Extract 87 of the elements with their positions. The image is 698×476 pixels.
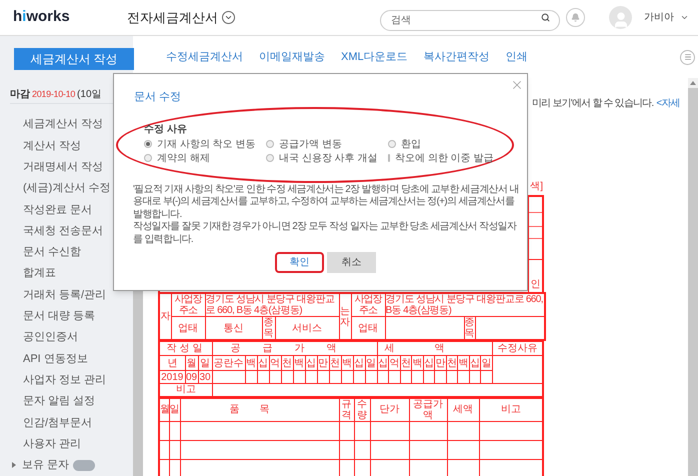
table-cell: 수정사유 xyxy=(492,342,543,356)
confirm-button[interactable]: 확인 xyxy=(275,252,324,273)
app-title: 전자세금계산서 xyxy=(127,8,218,27)
sidebar-item[interactable]: 문서 대량 등록 xyxy=(23,306,133,327)
reason-radio-option[interactable]: 내국 신용장 사후 개설 xyxy=(266,152,388,164)
table-cell: 일 xyxy=(198,356,212,370)
table-cell: 자 xyxy=(159,293,171,340)
reason-radio-option[interactable]: 공급가액 변동 xyxy=(266,138,388,150)
detail-link[interactable]: <자세 xyxy=(656,96,680,110)
table-cell: 천 xyxy=(281,356,293,370)
table-cell: 억 xyxy=(269,356,281,370)
table-cell: 십 xyxy=(423,356,434,370)
table-cell: 종목 xyxy=(464,316,476,340)
table-cell: 백 xyxy=(412,356,423,370)
table-cell: 경기도 성남시 분당구 대왕판교로 660, B동 4층(삼평동) xyxy=(205,293,340,316)
sidebar-item[interactable]: 인감/첨부문서 xyxy=(23,412,133,434)
reason-radio-option[interactable]: 기재 사항의 착오 변동 xyxy=(144,138,266,150)
table-cell: 십 xyxy=(469,356,480,370)
table-cell: 일 xyxy=(480,356,492,370)
search-field[interactable]: 검색 xyxy=(380,10,560,31)
sidebar-item[interactable]: 사용자 관리 xyxy=(23,433,133,455)
deadline-date: 2019-10-10 xyxy=(32,88,76,100)
table-cell: 규격 xyxy=(339,398,354,421)
table-cell: 십 xyxy=(377,356,388,370)
table-cell: 세액 xyxy=(377,342,492,356)
table-cell: 백 xyxy=(293,356,305,370)
deadline-remaining: (10일 xyxy=(77,88,102,102)
table-cell: 억 xyxy=(388,356,400,370)
table-cell: 천 xyxy=(329,356,341,370)
toolbar-link[interactable]: 수정세금계산서 xyxy=(166,48,243,66)
cancel-button[interactable]: 취소 xyxy=(327,252,376,273)
table-cell: 십 xyxy=(353,356,365,370)
table-cell: 백 xyxy=(245,356,257,370)
table-cell: 사업장 주소 xyxy=(351,293,386,316)
table-cell: 공급가액 xyxy=(409,398,447,421)
table-cell: 비고 xyxy=(479,398,543,421)
reason-radio-option[interactable]: 착오에 의한 이중 발급 xyxy=(388,152,493,164)
table-cell: 공급가액 xyxy=(212,342,377,356)
table-cell: 일 xyxy=(169,398,180,421)
table-cell: 세액 xyxy=(447,398,479,421)
create-invoice-button[interactable]: 세금계산서 작성 xyxy=(14,48,134,70)
table-cell: 09 xyxy=(185,370,198,384)
table-cell: 경기도 성남시 분당구 대왕판교로 660, B동 4층(삼평동) xyxy=(385,293,546,316)
reason-radio-option[interactable]: 환입 xyxy=(388,138,493,150)
notice-paragraph: 작성일자를 잘못 기재한 경우가 아니면 2장 모두 작성 일자는 교부한 당초 세금계산서 작성일자를 입력합니다. xyxy=(133,221,518,246)
table-cell: 종목 xyxy=(262,316,275,340)
sidebar-item[interactable]: 거래처 등록/관리 xyxy=(23,284,133,306)
document-title-fragment: 색] xyxy=(530,180,543,194)
table-cell: 만 xyxy=(317,356,329,370)
table-cell: 단가 xyxy=(370,398,409,421)
dialog-title: 문서 수정 xyxy=(134,90,182,105)
sidebar-item[interactable]: 공인인증서 xyxy=(23,326,133,348)
table-cell: 는자 xyxy=(339,293,352,340)
table-cell: 30 xyxy=(198,370,212,384)
table-cell: 사업장 주소 xyxy=(171,293,205,316)
table-cell: 년 xyxy=(159,356,185,370)
stamp-label-fragment: 인 xyxy=(530,278,540,292)
table-cell: 천 xyxy=(446,356,458,370)
table-cell: 품목 xyxy=(180,398,339,421)
sidebar-item[interactable]: API 연동정보 xyxy=(23,348,133,370)
toolbar-link[interactable]: 이메일재발송 xyxy=(259,48,325,66)
deadline-label: 마감 xyxy=(10,88,30,102)
table-cell: 일 xyxy=(365,356,377,370)
toolbar-link[interactable]: 복사간편작성 xyxy=(424,48,490,66)
table-cell: 월 xyxy=(159,398,169,421)
table-cell: 백 xyxy=(458,356,469,370)
user-name[interactable]: 가비아 xyxy=(644,10,674,25)
toolbar-link[interactable]: 인쇄 xyxy=(506,48,528,66)
reason-radio-option[interactable]: 계약의 해제 xyxy=(144,152,266,164)
table-cell: 공란수 xyxy=(212,356,245,370)
notice-paragraph: '필요적 기재 사항의 착오'로 인한 수정 세금계산서는 2장 발행하며 당초에 교부한 세금계산서 내용대로 부(-)의 세금계산서를 교부하고, 수정하여 교부하는 세금계산서는 정(+)의 세금계산서를 발행합니다. xyxy=(133,184,520,221)
table-cell: 작성일 xyxy=(159,342,212,356)
table-cell: 2019 xyxy=(159,370,185,384)
logo[interactable]: hiworks xyxy=(13,6,113,29)
sidebar-item[interactable]: 보유 문자 xyxy=(22,457,70,474)
table-cell: 만 xyxy=(434,356,446,370)
sidebar-item[interactable]: 사업자 정보 관리 xyxy=(23,370,133,391)
table-cell: 백 xyxy=(341,356,353,370)
sidebar-item[interactable]: 문자 알림 설정 xyxy=(23,390,133,412)
toolbar-link[interactable]: XML다운로드 xyxy=(341,48,408,66)
table-cell: 수량 xyxy=(354,398,370,421)
notice-text: 미리 보기'에서 할 수 있습니다. xyxy=(532,97,654,110)
table-cell: 월 xyxy=(185,356,198,370)
table-cell: 십 xyxy=(305,356,317,370)
reason-label: 수정 사유 xyxy=(144,122,188,136)
table-cell: 십 xyxy=(257,356,269,370)
table-cell: 천 xyxy=(400,356,412,370)
